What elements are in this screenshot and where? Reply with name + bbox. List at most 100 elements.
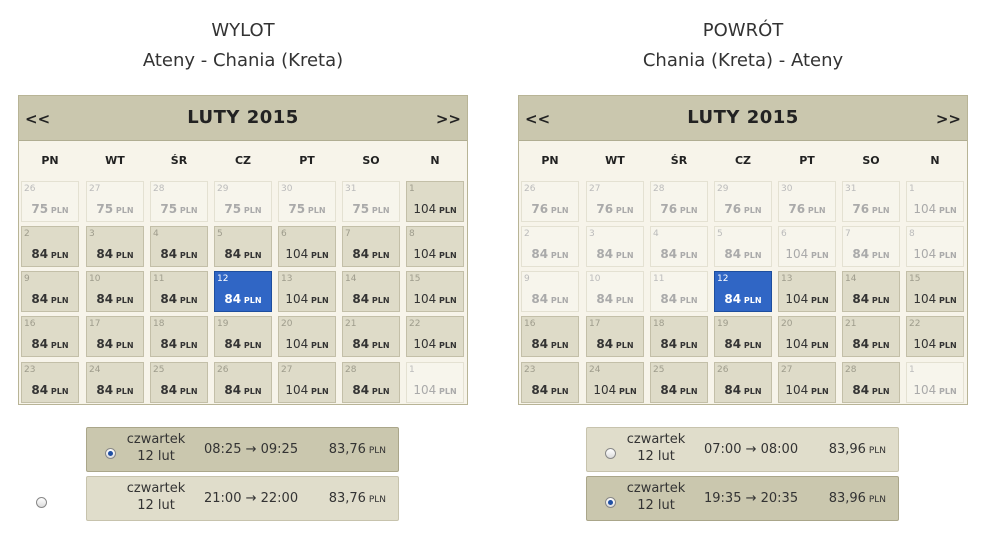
next-month-button[interactable]: >> [430,96,467,142]
calendar-day[interactable]: 6 104 PLN [278,226,336,267]
calendar-month: LUTY 2015 [187,107,299,128]
calendar-day[interactable]: 25 84 PLN [650,362,708,403]
price-value: 76 [660,202,678,216]
day-price: 84 PLN [215,337,271,351]
calendar-day[interactable]: 26 75 PLN [21,181,79,222]
calendar-day[interactable]: 26 76 PLN [521,181,579,222]
calendar-day[interactable]: 3 84 PLN [586,226,644,267]
price-value: 104 [413,383,437,397]
flight-radio-button[interactable] [105,448,116,459]
calendar-day[interactable]: 9 84 PLN [521,271,579,312]
calendar-day[interactable]: 11 84 PLN [150,271,208,312]
flight-option[interactable]: czwartek 12 lut 19:35 → 20:35 83,96 PLN [586,476,899,521]
flight-radio-button[interactable] [605,448,616,459]
weekday-label: WT [105,154,125,167]
price-currency: PLN [113,341,134,350]
calendar-day[interactable]: 4 84 PLN [650,226,708,267]
day-number: 12 [217,274,229,284]
day-number: 17 [89,319,101,329]
calendar-day[interactable]: 4 84 PLN [150,226,208,267]
calendar-day[interactable]: 12 84 PLN [214,271,272,312]
calendar-day[interactable]: 15 104 PLN [906,271,964,312]
calendar-day[interactable]: 14 84 PLN [342,271,400,312]
price-value: 76 [788,202,806,216]
calendar-day[interactable]: 1 104 PLN [406,362,464,403]
calendar-day[interactable]: 26 84 PLN [714,362,772,403]
calendar-day[interactable]: 31 75 PLN [342,181,400,222]
calendar-day[interactable]: 22 104 PLN [406,316,464,357]
calendar-day[interactable]: 15 104 PLN [406,271,464,312]
calendar-day[interactable]: 28 84 PLN [342,362,400,403]
day-number: 18 [653,319,665,329]
calendar-day[interactable]: 6 104 PLN [778,226,836,267]
calendar-day[interactable]: 8 104 PLN [406,226,464,267]
calendar-day[interactable]: 13 104 PLN [778,271,836,312]
calendar-day[interactable]: 27 75 PLN [86,181,144,222]
calendar-day[interactable]: 5 84 PLN [214,226,272,267]
flight-option[interactable]: czwartek 12 lut 07:00 → 08:00 83,96 PLN [586,427,899,472]
calendar-day[interactable]: 28 84 PLN [842,362,900,403]
calendar-day[interactable]: 1 104 PLN [906,181,964,222]
calendar-day[interactable]: 25 84 PLN [150,362,208,403]
calendar-day[interactable]: 21 84 PLN [342,316,400,357]
price-currency: PLN [616,387,637,396]
calendar-day[interactable]: 18 84 PLN [150,316,208,357]
flight-date: czwartek 12 lut [615,431,697,465]
calendar-day[interactable]: 3 84 PLN [86,226,144,267]
calendar-day[interactable]: 26 84 PLN [214,362,272,403]
calendar-day[interactable]: 20 104 PLN [778,316,836,357]
calendar-day[interactable]: 13 104 PLN [278,271,336,312]
calendar-day[interactable]: 31 76 PLN [842,181,900,222]
calendar-day[interactable]: 16 84 PLN [521,316,579,357]
price-value: 84 [596,337,614,351]
calendar-header: << LUTY 2015 >> [519,96,967,141]
flight-radio-button[interactable] [605,497,616,508]
calendar-day[interactable]: 12 84 PLN [714,271,772,312]
calendar-day[interactable]: 2 84 PLN [521,226,579,267]
calendar-day[interactable]: 20 104 PLN [278,316,336,357]
calendar-day[interactable]: 21 84 PLN [842,316,900,357]
calendar-day[interactable]: 5 84 PLN [714,226,772,267]
calendar-day[interactable]: 19 84 PLN [214,316,272,357]
calendar-day[interactable]: 16 84 PLN [21,316,79,357]
calendar-day[interactable]: 1 104 PLN [906,362,964,403]
calendar-day[interactable]: 23 84 PLN [21,362,79,403]
calendar-day[interactable]: 30 75 PLN [278,181,336,222]
calendar-day[interactable]: 14 84 PLN [842,271,900,312]
calendar-day[interactable]: 28 76 PLN [650,181,708,222]
calendar-day[interactable]: 7 84 PLN [342,226,400,267]
flight-radio-button[interactable] [36,497,47,508]
calendar-day[interactable]: 24 104 PLN [586,362,644,403]
price-value: 84 [724,383,742,397]
calendar-day[interactable]: 27 104 PLN [278,362,336,403]
flight-option[interactable]: czwartek 12 lut 08:25 → 09:25 83,76 PLN [86,427,399,472]
calendar-day[interactable]: 29 76 PLN [714,181,772,222]
price-currency: PLN [369,387,390,396]
calendar-day[interactable]: 17 84 PLN [586,316,644,357]
flight-price-value: 83,76 [328,442,366,457]
calendar-day[interactable]: 24 84 PLN [86,362,144,403]
calendar-day[interactable]: 11 84 PLN [650,271,708,312]
calendar-day[interactable]: 19 84 PLN [714,316,772,357]
calendar-day[interactable]: 27 76 PLN [586,181,644,222]
calendar-day[interactable]: 10 84 PLN [586,271,644,312]
calendar-day[interactable]: 9 84 PLN [21,271,79,312]
calendar-day[interactable]: 10 84 PLN [86,271,144,312]
calendar-day[interactable]: 7 84 PLN [842,226,900,267]
calendar-day[interactable]: 23 84 PLN [521,362,579,403]
day-number: 13 [281,274,293,284]
calendar-day[interactable]: 28 75 PLN [150,181,208,222]
calendar-day[interactable]: 30 76 PLN [778,181,836,222]
calendar-day[interactable]: 27 104 PLN [778,362,836,403]
day-number: 1 [909,184,915,194]
flight-option[interactable]: czwartek 12 lut 21:00 → 22:00 83,76 PLN [86,476,399,521]
calendar-day[interactable]: 17 84 PLN [86,316,144,357]
calendar-day[interactable]: 22 104 PLN [906,316,964,357]
calendar-day[interactable]: 8 104 PLN [906,226,964,267]
next-month-button[interactable]: >> [930,96,967,142]
calendar-day[interactable]: 2 84 PLN [21,226,79,267]
calendar-day[interactable]: 18 84 PLN [650,316,708,357]
weekday-label: PN [541,154,559,167]
calendar-day[interactable]: 1 104 PLN [406,181,464,222]
calendar-day[interactable]: 29 75 PLN [214,181,272,222]
